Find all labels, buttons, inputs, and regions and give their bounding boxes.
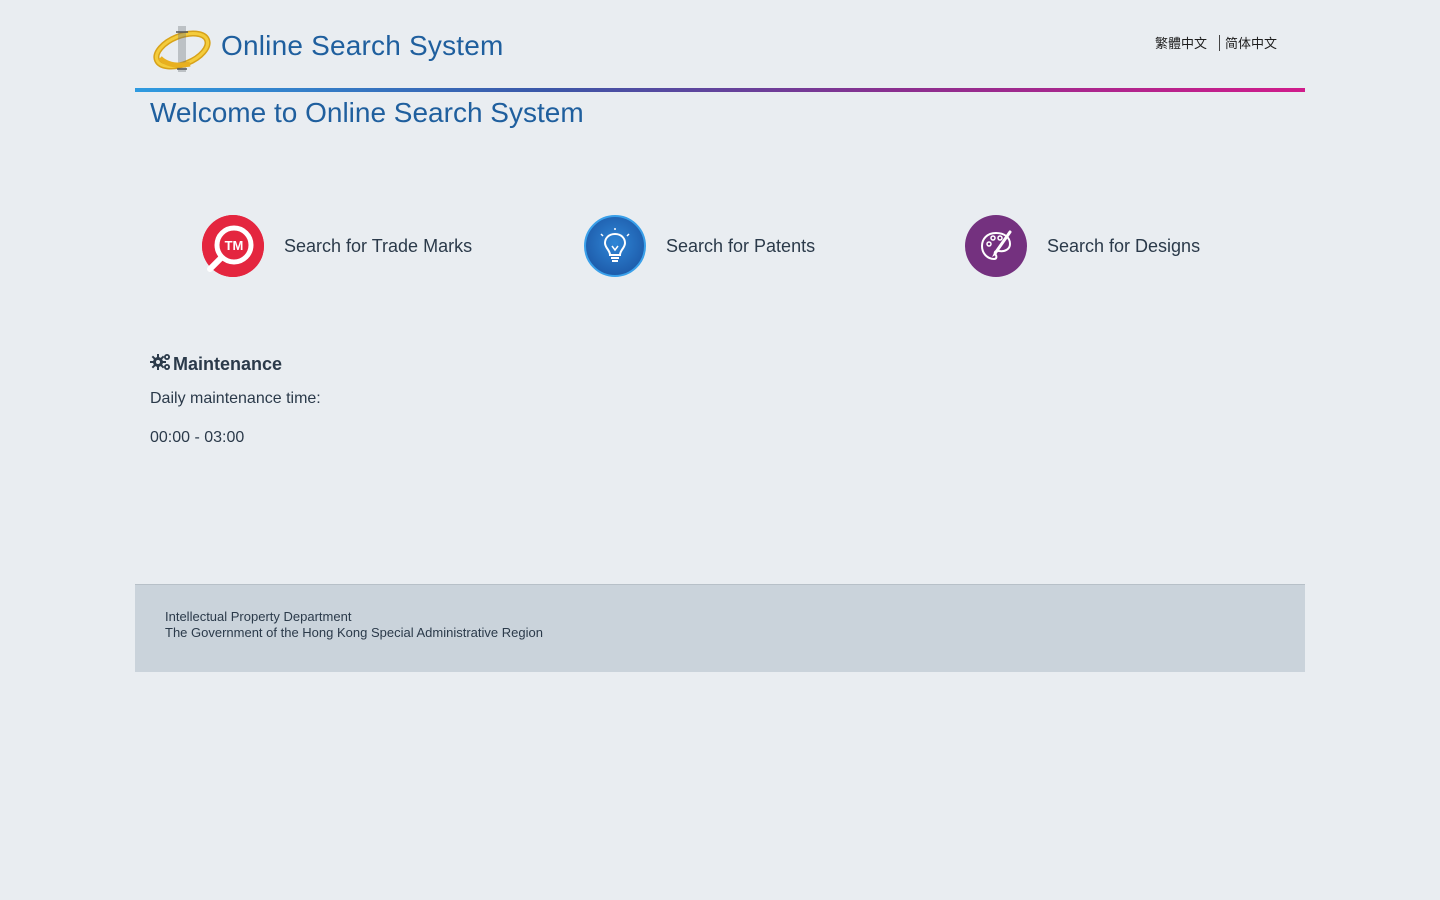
gears-icon	[150, 352, 173, 377]
header-divider	[135, 88, 1305, 92]
trade-mark-search-icon[interactable]: TM	[202, 215, 264, 277]
search-designs-label[interactable]: Search for Designs	[1047, 236, 1200, 257]
footer: Intellectual Property Department The Gov…	[135, 584, 1305, 672]
page-container: Online Search System 繁體中文 简体中文 Welcome t…	[135, 0, 1305, 672]
search-patents-label[interactable]: Search for Patents	[666, 236, 815, 257]
search-trade-marks-link[interactable]: TM Search for Trade Marks	[202, 215, 472, 277]
page-title: Welcome to Online Search System	[150, 97, 584, 128]
lang-separator	[1218, 34, 1220, 51]
header: Online Search System 繁體中文 简体中文	[135, 0, 1305, 88]
site-title[interactable]: Online Search System	[221, 30, 504, 62]
maintenance-time: 00:00 - 03:00	[150, 429, 245, 446]
palette-brush-icon[interactable]	[965, 215, 1027, 277]
lang-simplified-chinese-link[interactable]: 简体中文	[1225, 33, 1277, 52]
maintenance-title: Maintenance	[173, 354, 283, 374]
lightbulb-icon[interactable]	[584, 215, 646, 277]
search-patents-link[interactable]: Search for Patents	[584, 215, 815, 277]
footer-department: Intellectual Property Department	[165, 609, 352, 624]
ipd-ring-logo-icon[interactable]	[150, 20, 214, 78]
language-switcher: 繁體中文 简体中文	[1155, 33, 1277, 52]
search-designs-link[interactable]: Search for Designs	[965, 215, 1200, 277]
svg-text:TM: TM	[225, 238, 244, 253]
maintenance-description: Daily maintenance time:	[150, 390, 321, 407]
maintenance-heading: Maintenance	[150, 352, 321, 377]
lang-traditional-chinese-link[interactable]: 繁體中文	[1155, 33, 1207, 52]
maintenance-section: Maintenance Daily maintenance time: 00:0…	[150, 352, 321, 447]
search-trade-marks-label[interactable]: Search for Trade Marks	[284, 236, 472, 257]
footer-government: The Government of the Hong Kong Special …	[165, 625, 543, 640]
